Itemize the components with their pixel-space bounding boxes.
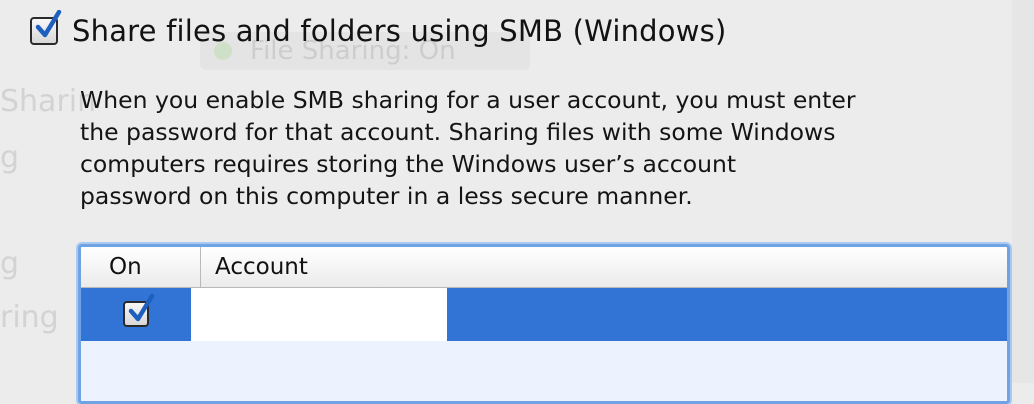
background-window-edge [1012,0,1034,383]
smb-sharing-label[interactable]: Share files and folders using SMB (Windo… [72,14,726,48]
account-password-field[interactable] [191,288,447,341]
table-row[interactable] [81,288,1007,341]
checkmark-icon [128,294,155,322]
background-text-fragment: g [0,140,20,175]
column-header-account[interactable]: Account [201,247,1007,287]
smb-sharing-checkbox[interactable] [30,10,62,45]
description-line: the password for that account. Sharing f… [80,118,836,146]
table-header: On Account [81,247,1007,288]
smb-sharing-option[interactable]: Share files and folders using SMB (Windo… [30,10,726,48]
description-line: computers requires storing the Windows u… [80,150,737,178]
checkmark-icon [35,10,62,38]
row-on-cell [81,288,191,341]
accounts-table[interactable]: On Account [78,244,1010,404]
smb-description: When you enable SMB sharing for a user a… [80,84,1010,212]
account-enabled-checkbox[interactable] [123,294,155,327]
background-text-fragment: g [0,246,20,281]
description-line: password on this computer in a less secu… [80,182,693,210]
column-header-on[interactable]: On [81,247,201,287]
table-row-empty[interactable] [81,341,1007,401]
description-line: When you enable SMB sharing for a user a… [80,86,856,114]
background-text-fragment: ring [0,300,59,335]
